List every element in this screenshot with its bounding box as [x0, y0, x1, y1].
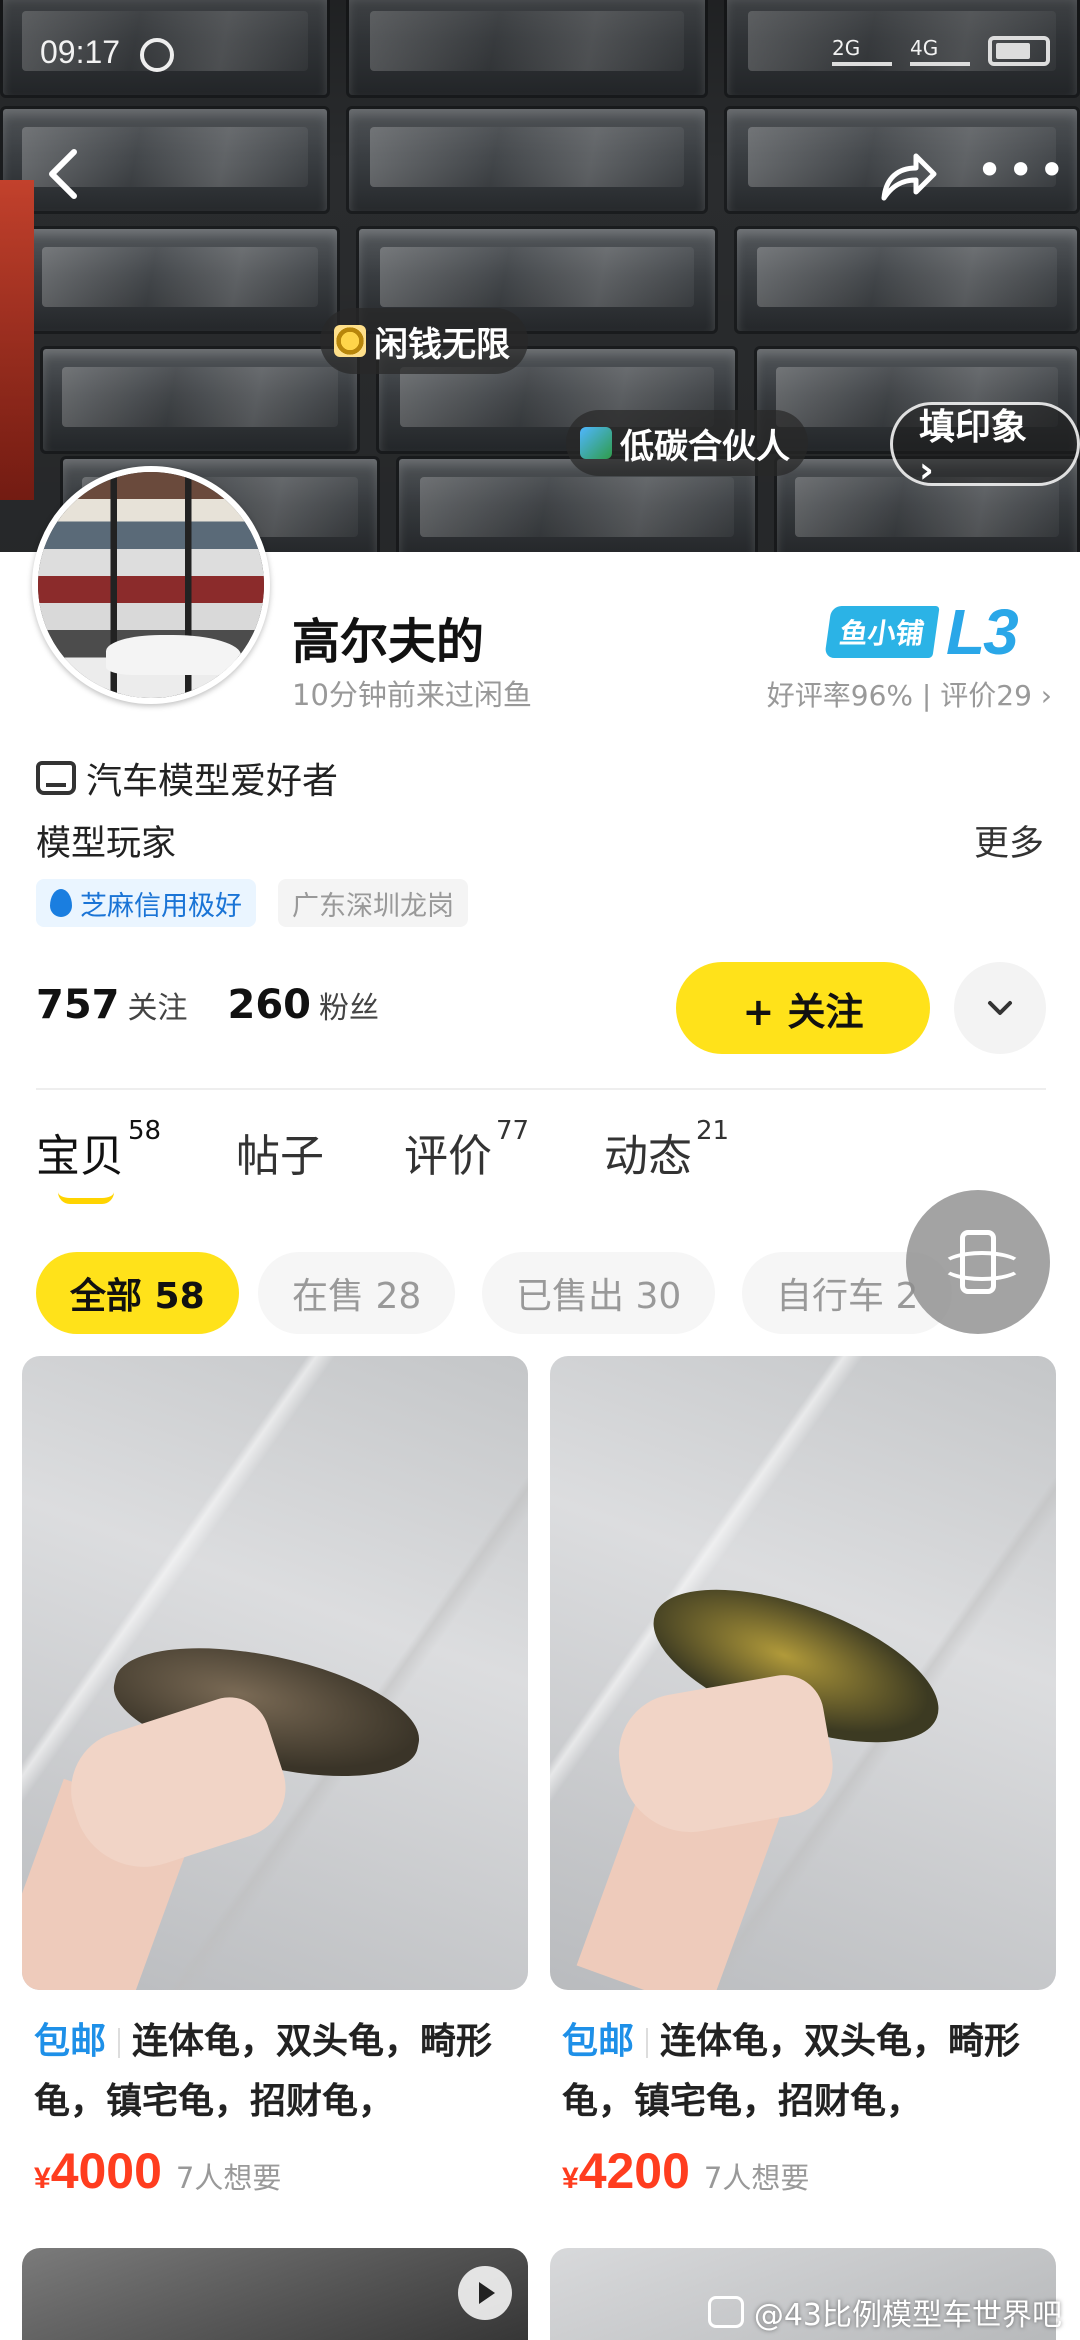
shop-level-label: L3 [946, 596, 1019, 668]
product-price-row: ¥4000 7人想要 [22, 2142, 528, 2200]
watermark: @43比例模型车世界吧 [707, 2290, 1062, 2334]
store-icon [36, 761, 76, 795]
signal-icon: 2G [832, 36, 892, 66]
leaf-badge-icon [580, 427, 612, 459]
filter-on-sale[interactable]: 在售 28 [258, 1252, 456, 1334]
bio-text: 模型玩家 [36, 824, 177, 864]
currency-symbol: ¥ [34, 2162, 51, 2195]
watermark-text: @43比例模型车世界吧 [753, 2298, 1062, 2333]
currency-symbol: ¥ [562, 2162, 579, 2195]
product-card-partial[interactable] [22, 2248, 528, 2340]
badge-low-carbon[interactable]: 低碳合伙人 [566, 410, 808, 476]
tab-items-count: 58 [128, 1116, 162, 1147]
product-title: 包邮 连体龟，双头龟，畸形龟，镇宅龟，招财龟， [22, 2012, 528, 2132]
product-title: 包邮 连体龟，双头龟，畸形龟，镇宅龟，招财龟， [550, 2012, 1056, 2132]
play-icon [458, 2266, 512, 2320]
tab-posts-label: 帖子 [236, 1131, 324, 1182]
alarm-icon [140, 38, 174, 72]
price-value: 4200 [578, 2143, 690, 2199]
product-image[interactable] [550, 1356, 1056, 1990]
more-options-icon[interactable]: ••• [976, 147, 1065, 200]
following-stat[interactable]: 757 关注 [36, 982, 188, 1028]
shop-level-badge[interactable]: 鱼小铺 L3 [824, 596, 1019, 668]
divider [36, 1088, 1046, 1090]
fans-stat[interactable]: 260 粉丝 [228, 982, 380, 1028]
product-price-row: ¥4200 7人想要 [550, 2142, 1056, 2200]
tab-posts[interactable]: 帖子 [236, 1120, 324, 1184]
active-tab-indicator [58, 1192, 114, 1204]
user-name: 高尔夫的 [292, 614, 485, 670]
expand-button[interactable] [954, 962, 1046, 1054]
following-label: 关注 [127, 991, 188, 1026]
filter-sold[interactable]: 已售出 30 [482, 1252, 716, 1334]
filter-all[interactable]: 全部 58 [36, 1252, 239, 1334]
avatar[interactable] [32, 466, 270, 704]
signal-2g-label: 2G [832, 36, 861, 60]
tab-reviews-count: 77 [496, 1116, 530, 1147]
money-badge-icon [334, 325, 366, 357]
badge-idle-money-label: 闲钱无限 [374, 324, 510, 365]
fans-count: 260 [227, 982, 312, 1028]
share-icon[interactable] [876, 144, 940, 208]
tab-items-label: 宝贝 [36, 1131, 124, 1182]
wants-count: 7人想要 [703, 2161, 810, 2195]
tab-reviews-label: 评价 [404, 1131, 492, 1182]
tab-reviews[interactable]: 评价 77 [404, 1116, 529, 1184]
status-time: 09:17 [40, 34, 121, 70]
credit-chip-label: 芝麻信用极好 [80, 890, 242, 922]
product-price: ¥4000 [34, 2142, 162, 2200]
fill-impression-button[interactable]: 填印象 › [890, 402, 1080, 491]
more-button[interactable]: 更多 [974, 815, 1044, 866]
product-card[interactable]: 包邮 连体龟，双头龟，畸形龟，镇宅龟，招财龟， ¥4200 7人想要 [550, 1356, 1056, 2200]
flame-icon [50, 889, 72, 917]
price-value: 4000 [50, 2143, 162, 2199]
tagline-text: 汽车模型爱好者 [86, 761, 339, 802]
floating-action-button[interactable] [906, 1190, 1050, 1334]
tab-activity[interactable]: 动态 21 [604, 1116, 729, 1184]
fans-label: 粉丝 [319, 991, 379, 1026]
fill-impression-label: 填印象 › [919, 406, 1028, 491]
badge-low-carbon-label: 低碳合伙人 [620, 426, 790, 467]
chevron-down-icon [988, 1001, 1012, 1015]
tab-items[interactable]: 宝贝 58 [36, 1116, 161, 1204]
free-shipping-tag: 包邮 [562, 2021, 635, 2062]
last-seen-text: 10分钟前来过闲鱼 [292, 678, 532, 712]
signal-icon: 4G [910, 36, 970, 66]
status-bar: 09:17 2G 4G [0, 30, 1080, 80]
product-price: ¥4200 [562, 2142, 690, 2200]
wants-count: 7人想要 [175, 2161, 282, 2195]
tagline: 汽车模型爱好者 [36, 752, 338, 804]
product-image[interactable] [22, 1356, 528, 1990]
signal-4g-label: 4G [910, 36, 939, 60]
rating-summary-link[interactable]: 好评率96% | 评价29 › [767, 674, 1052, 714]
product-card[interactable]: 包邮 连体龟，双头龟，畸形龟，镇宅龟，招财龟， ¥4000 7人想要 [22, 1356, 528, 2200]
follow-button[interactable]: + 关注 [676, 962, 930, 1054]
following-count: 757 [36, 982, 120, 1028]
follow-stats: 757 关注 260 粉丝 [36, 982, 379, 1028]
tab-activity-count: 21 [696, 1116, 730, 1147]
back-icon[interactable] [42, 144, 92, 204]
location-chip: 广东深圳龙岗 [278, 879, 468, 927]
watermark-logo-icon [707, 2296, 744, 2328]
tab-activity-label: 动态 [604, 1131, 692, 1182]
credit-chip[interactable]: 芝麻信用极好 [36, 879, 256, 927]
badge-idle-money[interactable]: 闲钱无限 [320, 308, 528, 374]
shop-badge-label: 鱼小铺 [824, 606, 940, 658]
phone-rotate-icon [941, 1230, 1023, 1294]
free-shipping-tag: 包邮 [34, 2021, 107, 2062]
battery-icon [988, 36, 1050, 66]
